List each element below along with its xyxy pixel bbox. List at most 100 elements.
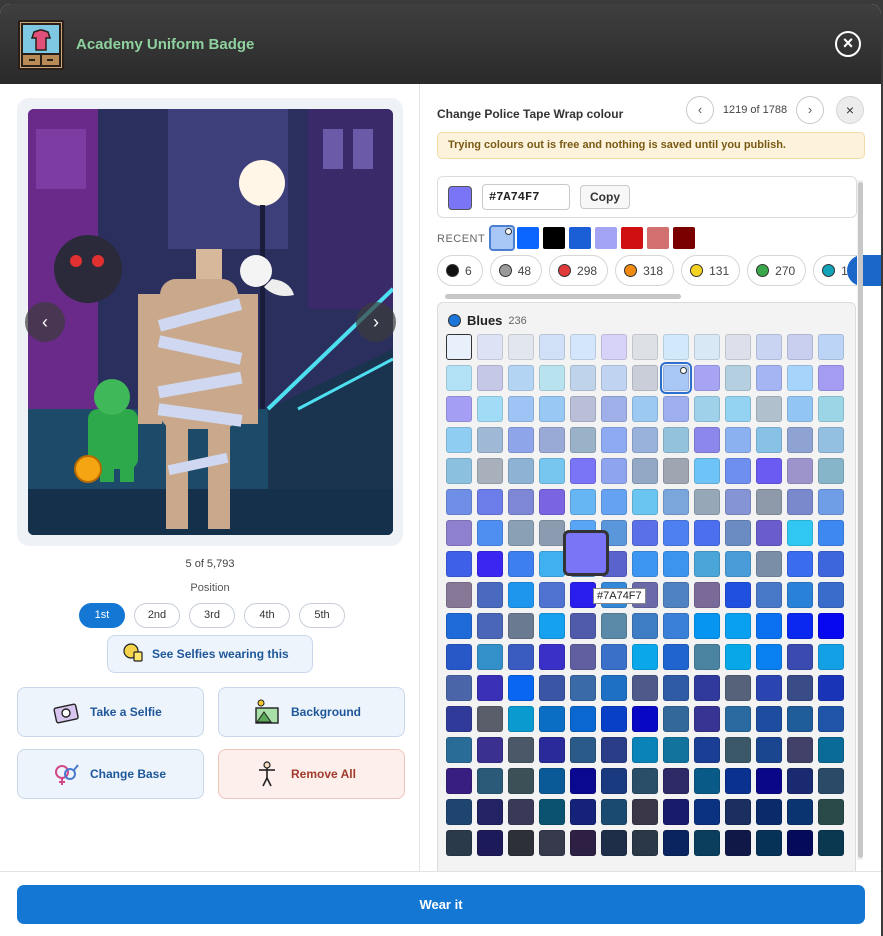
colour-swatch[interactable] bbox=[818, 396, 844, 422]
pager-next-button[interactable]: › bbox=[796, 96, 824, 124]
colour-swatch[interactable] bbox=[570, 799, 596, 825]
colour-swatch[interactable] bbox=[632, 334, 658, 360]
colour-swatch[interactable] bbox=[787, 427, 813, 453]
colour-swatch[interactable] bbox=[601, 830, 627, 856]
colour-swatch[interactable] bbox=[570, 706, 596, 732]
colour-swatch[interactable] bbox=[570, 427, 596, 453]
colour-swatch[interactable] bbox=[601, 675, 627, 701]
colour-swatch[interactable] bbox=[694, 551, 720, 577]
colour-swatch[interactable] bbox=[725, 675, 751, 701]
position-2nd-button[interactable]: 2nd bbox=[134, 603, 180, 628]
colour-swatch[interactable] bbox=[725, 396, 751, 422]
colour-swatch[interactable] bbox=[694, 396, 720, 422]
colour-swatch[interactable] bbox=[508, 737, 534, 763]
position-1st-button[interactable]: 1st bbox=[79, 603, 125, 628]
colour-swatch[interactable] bbox=[601, 706, 627, 732]
colour-swatch[interactable] bbox=[477, 427, 503, 453]
colour-swatch[interactable] bbox=[818, 365, 844, 391]
colour-swatch[interactable] bbox=[570, 489, 596, 515]
colour-swatch[interactable] bbox=[756, 396, 782, 422]
colour-swatch[interactable] bbox=[539, 613, 565, 639]
colour-swatch[interactable] bbox=[446, 613, 472, 639]
colour-swatch[interactable] bbox=[725, 334, 751, 360]
colour-swatch[interactable] bbox=[539, 768, 565, 794]
colour-swatch[interactable] bbox=[725, 365, 751, 391]
see-selfies-button[interactable]: See Selfies wearing this bbox=[107, 635, 313, 673]
colour-swatch[interactable] bbox=[756, 644, 782, 670]
previous-image-button[interactable]: ‹ bbox=[25, 302, 65, 342]
colour-swatch[interactable] bbox=[632, 706, 658, 732]
close-icon[interactable]: × bbox=[835, 31, 861, 57]
colour-swatch[interactable] bbox=[446, 644, 472, 670]
colour-swatch[interactable] bbox=[601, 799, 627, 825]
colour-swatch[interactable] bbox=[539, 489, 565, 515]
colour-swatch[interactable] bbox=[725, 799, 751, 825]
colour-swatch[interactable] bbox=[570, 737, 596, 763]
colour-swatch[interactable] bbox=[570, 458, 596, 484]
colour-swatch[interactable] bbox=[446, 799, 472, 825]
colour-swatch[interactable] bbox=[539, 706, 565, 732]
colour-swatch[interactable] bbox=[477, 551, 503, 577]
colour-swatch[interactable] bbox=[477, 582, 503, 608]
colour-swatch[interactable] bbox=[818, 644, 844, 670]
colour-swatch[interactable] bbox=[756, 365, 782, 391]
colour-swatch[interactable] bbox=[632, 675, 658, 701]
colour-swatch[interactable] bbox=[601, 737, 627, 763]
colour-swatch[interactable] bbox=[694, 830, 720, 856]
colour-swatch[interactable] bbox=[756, 613, 782, 639]
colour-swatch[interactable] bbox=[539, 396, 565, 422]
colour-swatch[interactable] bbox=[539, 551, 565, 577]
colour-swatch[interactable] bbox=[787, 334, 813, 360]
colour-swatch[interactable] bbox=[570, 365, 596, 391]
colour-swatch[interactable] bbox=[694, 613, 720, 639]
colour-swatch[interactable] bbox=[508, 458, 534, 484]
recent-colour-swatch[interactable] bbox=[569, 227, 591, 249]
next-image-button[interactable]: › bbox=[356, 302, 396, 342]
colour-swatch[interactable] bbox=[508, 613, 534, 639]
colour-swatch[interactable] bbox=[663, 427, 689, 453]
colour-swatch[interactable] bbox=[632, 830, 658, 856]
recent-colour-swatch[interactable] bbox=[489, 225, 515, 251]
colour-swatch[interactable] bbox=[570, 675, 596, 701]
colour-swatch[interactable] bbox=[725, 551, 751, 577]
colour-swatch[interactable] bbox=[725, 458, 751, 484]
colour-swatch[interactable] bbox=[663, 396, 689, 422]
colour-swatch[interactable] bbox=[756, 582, 782, 608]
colour-swatch[interactable] bbox=[725, 706, 751, 732]
colour-swatch[interactable] bbox=[632, 458, 658, 484]
colour-swatch[interactable] bbox=[756, 737, 782, 763]
colour-swatch[interactable] bbox=[663, 489, 689, 515]
colour-swatch[interactable] bbox=[725, 520, 751, 546]
colour-swatch[interactable] bbox=[756, 489, 782, 515]
colour-swatch[interactable] bbox=[539, 334, 565, 360]
recent-colour-swatch[interactable] bbox=[673, 227, 695, 249]
colour-swatch[interactable] bbox=[632, 551, 658, 577]
colour-swatch[interactable] bbox=[756, 520, 782, 546]
colour-swatch[interactable] bbox=[787, 768, 813, 794]
colour-swatch[interactable] bbox=[663, 582, 689, 608]
colour-swatch[interactable] bbox=[477, 489, 503, 515]
colour-swatch[interactable] bbox=[787, 830, 813, 856]
colour-swatch[interactable] bbox=[601, 768, 627, 794]
colour-swatch[interactable] bbox=[477, 737, 503, 763]
wear-it-button[interactable]: Wear it bbox=[17, 885, 865, 924]
colour-swatch[interactable] bbox=[818, 768, 844, 794]
colour-swatch[interactable] bbox=[446, 489, 472, 515]
change-base-button[interactable]: Change Base bbox=[17, 749, 204, 799]
horizontal-scrollbar[interactable] bbox=[445, 294, 681, 299]
colour-swatch[interactable] bbox=[818, 520, 844, 546]
colour-swatch[interactable] bbox=[446, 582, 472, 608]
colour-swatch[interactable] bbox=[787, 737, 813, 763]
take-selfie-button[interactable]: Take a Selfie bbox=[17, 687, 204, 737]
colour-swatch[interactable] bbox=[787, 489, 813, 515]
colour-swatch[interactable] bbox=[756, 334, 782, 360]
recent-colour-swatch[interactable] bbox=[595, 227, 617, 249]
hovered-colour-swatch[interactable] bbox=[563, 530, 609, 576]
colour-swatch[interactable] bbox=[818, 706, 844, 732]
copy-button[interactable]: Copy bbox=[580, 185, 630, 209]
colour-swatch[interactable] bbox=[632, 799, 658, 825]
colour-swatch[interactable] bbox=[477, 458, 503, 484]
colour-swatch[interactable] bbox=[818, 830, 844, 856]
colour-swatch[interactable] bbox=[539, 427, 565, 453]
colour-swatch[interactable] bbox=[663, 706, 689, 732]
